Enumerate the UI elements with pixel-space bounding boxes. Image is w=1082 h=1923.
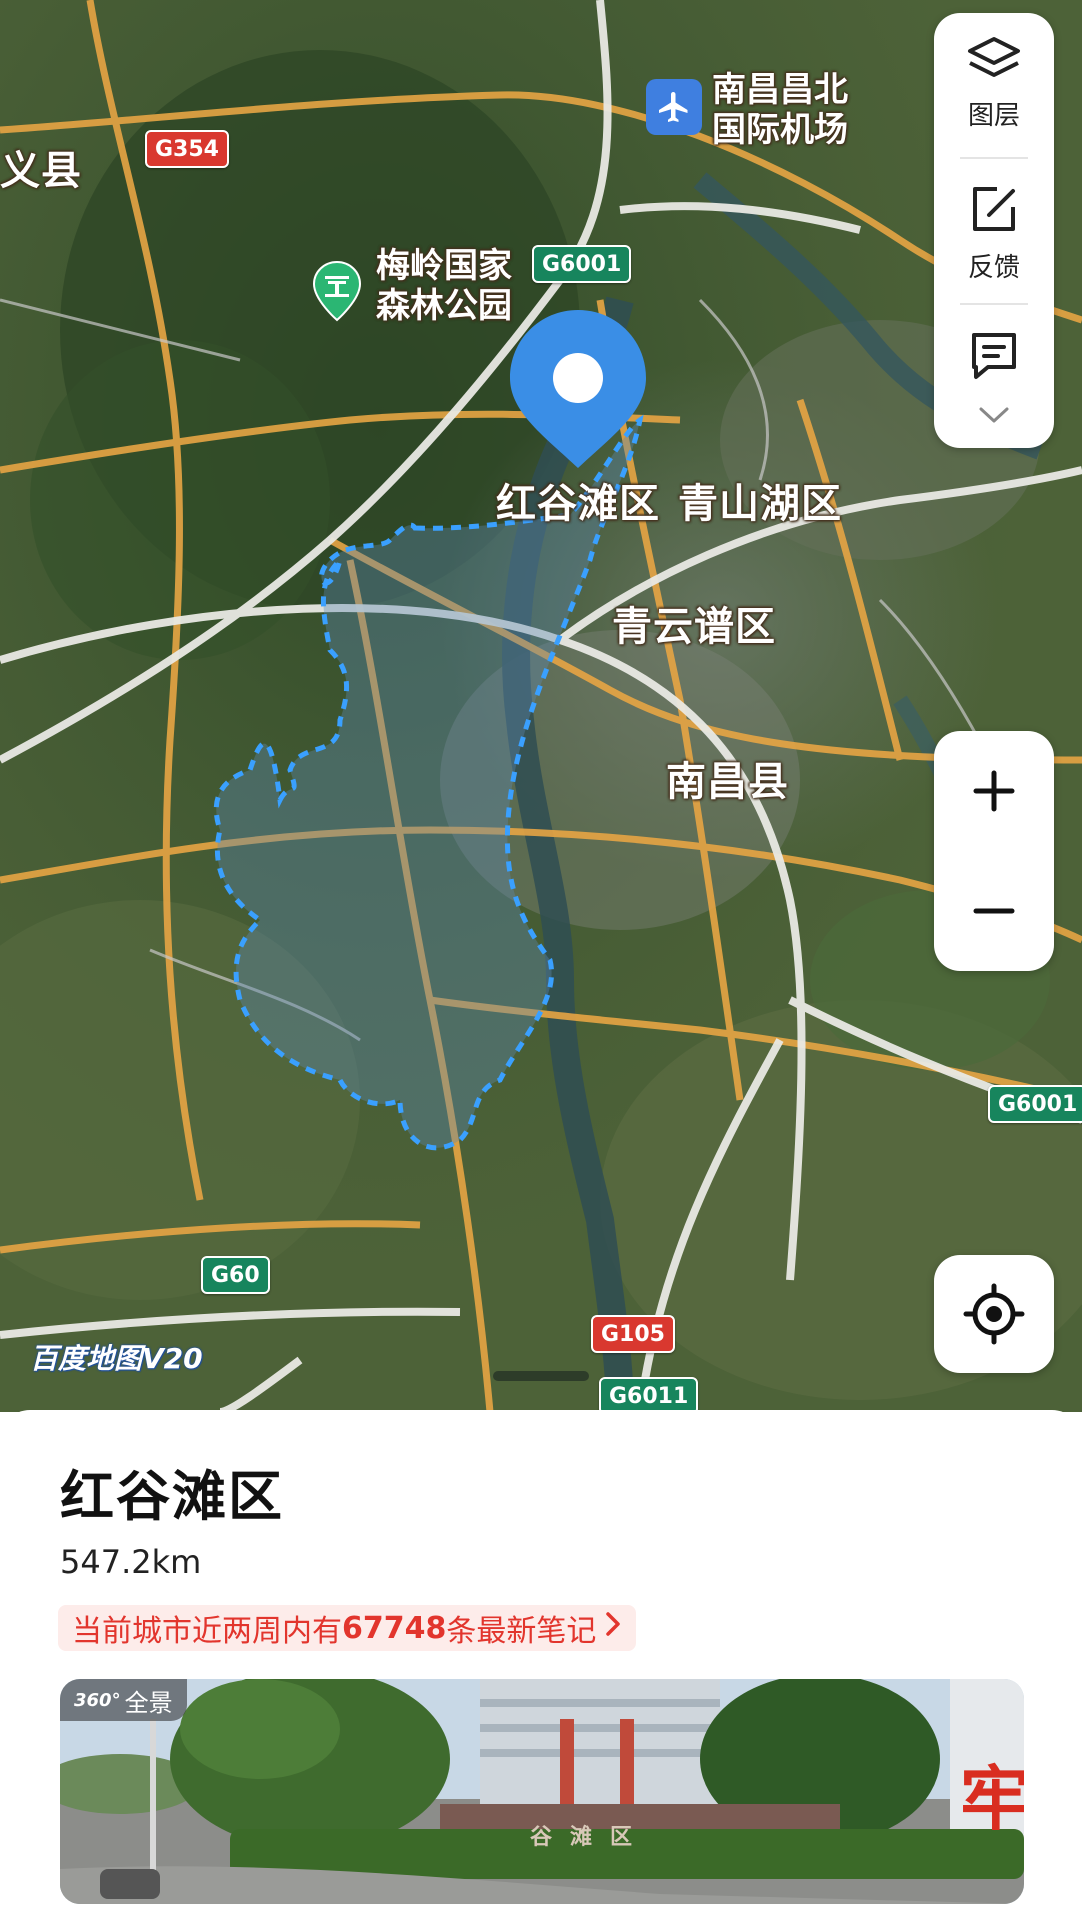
notes-banner[interactable]: 当前城市近两周内有 67748 条最新笔记 <box>58 1605 637 1651</box>
district-label-qingyunpu[interactable]: 青云谱区 <box>612 594 776 652</box>
toolbar-divider <box>960 303 1028 305</box>
forest-park-name-line1: 梅岭国家 <box>376 246 512 286</box>
panorama-badge-label: 全景 <box>124 1688 173 1717</box>
satellite-map[interactable] <box>0 0 1082 1412</box>
baidu-map-watermark: 百度地图V20 <box>30 1342 203 1375</box>
panorama-red-sign: 牢 <box>960 1758 1024 1840</box>
airport-name-line2: 国际机场 <box>712 110 848 150</box>
layers-button[interactable]: 图层 <box>934 35 1054 132</box>
zoom-in-button[interactable] <box>934 731 1054 851</box>
message-icon <box>966 329 1022 387</box>
district-label-qingshanhu[interactable]: 青山湖区 <box>678 471 842 529</box>
road-shield-g105: G105 <box>591 1315 675 1353</box>
info-sheet[interactable]: 红谷滩区 547.2km 当前城市近两周内有 67748 条最新笔记 谷滩区 牢… <box>0 1410 1082 1923</box>
panorama-badge-degree: 360° <box>74 1689 121 1711</box>
forest-park-name[interactable]: 梅岭国家 森林公园 <box>376 246 512 326</box>
location-pin-icon[interactable] <box>508 308 648 470</box>
feedback-label: 反馈 <box>967 253 1020 283</box>
notes-suffix: 条最新笔记 <box>446 1614 597 1649</box>
toolbar-expand-button[interactable] <box>934 405 1054 429</box>
airport-name[interactable]: 南昌昌北 国际机场 <box>712 70 848 150</box>
panorama-card[interactable]: 谷滩区 牢 360° 全景 <box>60 1679 1024 1904</box>
locate-target-icon <box>963 1283 1025 1345</box>
map-view[interactable]: 红谷滩区 青山湖区 青云谱区 南昌县 义县 南昌昌北 国际机场 梅岭国家 森林公… <box>0 0 1082 1412</box>
street-panorama-image <box>60 1679 1024 1904</box>
forest-park-name-line2: 森林公园 <box>376 286 512 326</box>
layers-icon <box>966 35 1022 89</box>
chevron-down-icon <box>977 405 1011 429</box>
locate-button[interactable] <box>934 1255 1054 1373</box>
district-label-partial[interactable]: 义县 <box>0 138 82 196</box>
airplane-icon[interactable] <box>646 79 702 135</box>
feedback-button[interactable]: 反馈 <box>934 183 1054 284</box>
park-icon[interactable] <box>312 260 362 322</box>
toolbar-divider <box>960 157 1028 159</box>
place-title: 红谷滩区 <box>60 1465 284 1528</box>
message-button[interactable] <box>934 329 1054 387</box>
layers-label: 图层 <box>967 101 1020 131</box>
zoom-out-button[interactable] <box>934 851 1054 971</box>
plus-icon <box>973 770 1015 812</box>
notes-count: 67748 <box>342 1610 447 1646</box>
airport-name-line1: 南昌昌北 <box>712 70 848 110</box>
notes-prefix: 当前城市近两周内有 <box>72 1614 342 1649</box>
sheet-drag-handle[interactable] <box>493 1371 589 1381</box>
road-shield-g6001-top: G6001 <box>532 245 632 283</box>
place-area: 547.2km <box>60 1543 202 1581</box>
zoom-controls <box>934 731 1054 971</box>
road-shield-g6001-right: G6001 <box>988 1085 1082 1123</box>
minus-icon <box>973 908 1015 914</box>
road-shield-g354: G354 <box>145 130 229 168</box>
district-label-honggutan[interactable]: 红谷滩区 <box>496 471 660 529</box>
district-label-nanchang-county[interactable]: 南昌县 <box>666 749 789 807</box>
feedback-edit-icon <box>967 183 1021 241</box>
panorama-badge: 360° 全景 <box>60 1679 187 1721</box>
road-shield-g6011: G6011 <box>599 1377 699 1412</box>
panorama-sign-text: 谷滩区 <box>530 1825 651 1850</box>
road-shield-g60: G60 <box>201 1256 270 1294</box>
map-toolbar: 图层 反馈 <box>934 13 1054 448</box>
chevron-right-icon <box>604 1610 622 1646</box>
